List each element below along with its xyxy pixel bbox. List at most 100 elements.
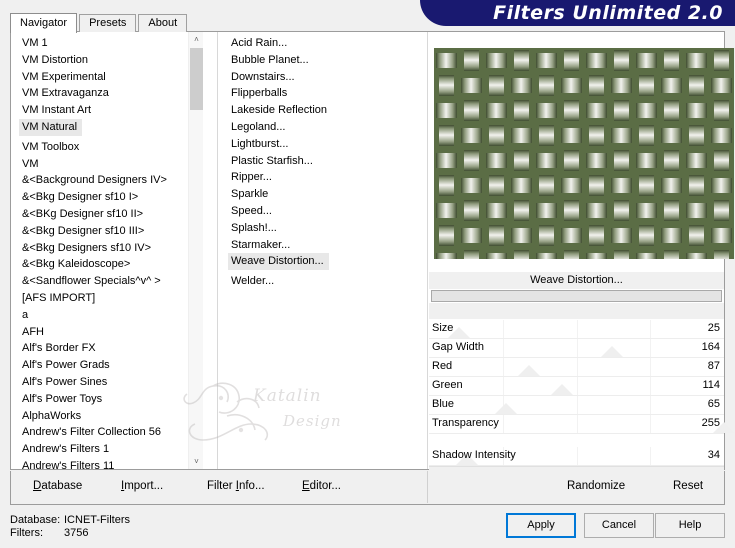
param-tick [650,377,652,395]
filter-list[interactable]: Acid Rain... Bubble Planet... Downstairs..… [219,32,409,469]
navigator-item[interactable]: Andrew's Filter Collection 56 [11,424,203,441]
param-tick [650,415,652,433]
filter-item[interactable]: Lightburst... [219,136,409,153]
param-tick [576,320,578,338]
status-filters-value: 3756 [64,527,89,539]
filter-item[interactable]: Plastic Starfish... [219,153,409,170]
navigator-item[interactable]: &<Bkg Designer sf10 III> [11,223,203,240]
filter-item[interactable]: Ripper... [219,169,409,186]
database-link[interactable]: Database [33,480,82,492]
import-link[interactable]: Import... [121,480,163,492]
status-database-label: Database: [10,514,61,526]
param-tick [576,358,578,376]
filter-item[interactable]: Bubble Planet... [219,52,409,69]
navigator-scroll-thumb[interactable] [190,48,203,110]
navigator-item[interactable]: &<Background Designers IV> [11,172,203,189]
param-slider-marker[interactable] [550,384,573,395]
preview-area[interactable] [434,48,734,259]
param-tick [502,377,504,395]
param-row[interactable]: Shadow Intensity 34 [429,447,724,466]
param-slider-marker[interactable] [518,365,541,376]
param-row[interactable]: Size 25 [429,320,724,339]
navigator-item[interactable]: AlphaWorks [11,408,203,425]
filter-item[interactable]: Flipperballs [219,85,409,102]
navigator-item[interactable]: AFH [11,324,203,341]
filter-list-items: Acid Rain... Bubble Planet... Downstairs..… [219,35,409,290]
filter-item[interactable]: Splash!... [219,220,409,237]
param-tick [576,339,578,357]
navigator-item[interactable]: VM [11,156,203,173]
status-area: Database: ICNET-Filters Filters: 3756 [10,514,130,540]
help-button[interactable]: Help [655,513,725,538]
filter-info-link[interactable]: Filter Info... [207,480,265,492]
navigator-item[interactable]: a [11,307,203,324]
navigator-item[interactable]: Alf's Power Toys [11,391,203,408]
weave-preview-image[interactable] [434,48,734,259]
navigator-item[interactable]: &<BKg Designer sf10 II> [11,206,203,223]
param-value: 255 [701,417,720,429]
editor-link[interactable]: Editor... [302,480,341,492]
param-panel-gap [429,303,724,319]
navigator-item[interactable]: VM Instant Art [11,102,203,119]
navigator-item[interactable]: &<Bkg Kaleidoscope> [11,256,203,273]
navigator-list[interactable]: VM 1 VM Distortion VM Experimental VM Extra… [11,32,203,469]
navigator-item[interactable]: VM 1 [11,35,203,52]
scroll-down-icon[interactable]: ˅ [189,454,203,469]
filter-item[interactable]: Legoland... [219,119,409,136]
param-tick [650,447,652,465]
preview-and-params-pane: Weave Distortion... Size 25 Gap Width 164 Re… [429,32,735,478]
navigator-item[interactable]: VM Natural [19,118,83,136]
tab-about[interactable]: About [138,14,188,32]
param-tick [576,415,578,433]
param-slider-marker[interactable] [600,346,623,357]
param-row[interactable]: Transparency 255 [429,415,735,434]
param-row[interactable]: Green 114 [429,377,724,396]
param-tick [576,377,578,395]
pane-divider-1 [217,32,218,469]
tab-presets[interactable]: Presets [79,14,137,32]
filter-item[interactable]: Weave Distortion... [228,253,329,271]
parameter-list: Size 25 Gap Width 164 Red 87 Green 114 Blue 65 Tra… [429,320,735,478]
filter-item[interactable]: Acid Rain... [219,35,409,52]
navigator-item[interactable]: VM Distortion [11,52,203,69]
param-row[interactable]: Red 87 [429,358,724,377]
navigator-item[interactable]: &<Bkg Designers sf10 IV> [11,240,203,257]
navigator-item[interactable]: Alf's Power Sines [11,374,203,391]
param-row[interactable]: Blue 65 [429,396,724,415]
reset-link[interactable]: Reset [673,480,703,492]
navigator-item[interactable]: &<Bkg Designer sf10 I> [11,189,203,206]
navigator-item[interactable]: Alf's Power Grads [11,357,203,374]
param-row[interactable]: Gap Width 164 [429,339,724,358]
tab-navigator[interactable]: Navigator [10,13,78,33]
filter-item[interactable]: Welder... [219,273,409,290]
navigator-item[interactable]: VM Toolbox [11,139,203,156]
apply-button[interactable]: Apply [506,513,576,538]
param-slider-marker[interactable] [494,403,517,414]
navigator-item[interactable]: Andrew's Filters 1 [11,441,203,458]
filter-item[interactable]: Starmaker... [219,237,409,254]
filter-item[interactable]: Lakeside Reflection [219,102,409,119]
param-tick [650,358,652,376]
status-database-row: Database: ICNET-Filters [10,514,130,527]
navigator-scrollbar[interactable]: ˄ ˅ [188,32,203,469]
randomize-link[interactable]: Randomize [567,480,625,492]
app-title: Filters Unlimited 2.0 [493,2,723,24]
navigator-item[interactable]: Andrew's Filters 11 [11,458,203,469]
filter-item[interactable]: Sparkle [219,186,409,203]
scroll-up-icon[interactable]: ˄ [189,32,203,47]
navigator-item[interactable]: &<Sandflower Specials^v^ > [11,273,203,290]
navigator-item[interactable]: VM Experimental [11,69,203,86]
filter-item[interactable]: Downstairs... [219,69,409,86]
navigator-item[interactable]: [AFS IMPORT] [11,290,203,307]
param-name: Transparency [432,417,499,429]
status-filters-row: Filters: 3756 [10,527,130,540]
param-value: 25 [707,322,720,334]
cancel-button[interactable]: Cancel [584,513,654,538]
param-name: Size [432,322,454,334]
param-tick [502,320,504,338]
filter-item[interactable]: Speed... [219,203,409,220]
navigator-item[interactable]: Alf's Border FX [11,340,203,357]
navigator-item[interactable]: VM Extravaganza [11,85,203,102]
param-tick [576,396,578,414]
action-bar: Database Import... Filter Info... Editor… [10,471,725,505]
